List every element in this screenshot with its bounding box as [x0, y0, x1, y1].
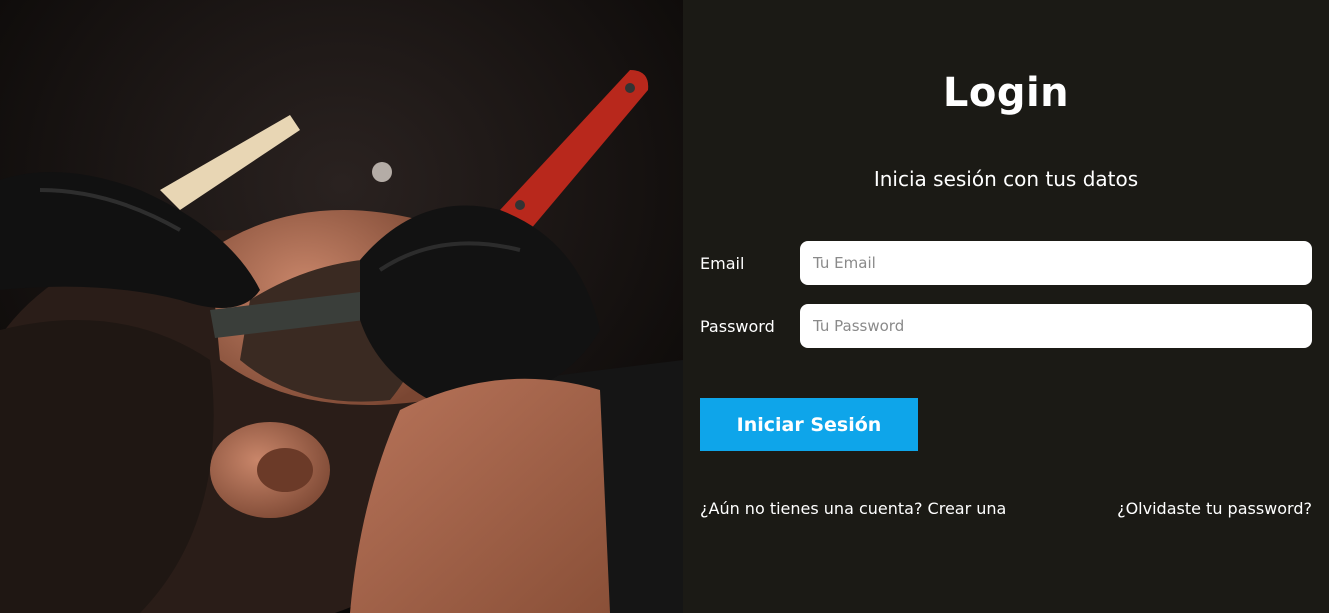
- password-label: Password: [700, 316, 775, 336]
- login-panel: Login Inicia sesión con tus datos Email …: [683, 0, 1329, 613]
- password-row: Password: [700, 304, 1312, 348]
- forgot-password-link[interactable]: ¿Olvidaste tu password?: [1117, 499, 1312, 518]
- barber-photo: [0, 0, 683, 613]
- hero-image: [0, 0, 683, 613]
- auth-links: ¿Aún no tienes una cuenta? Crear una ¿Ol…: [700, 499, 1312, 518]
- email-label: Email: [700, 253, 745, 273]
- email-row: Email: [700, 241, 1312, 285]
- login-title: Login: [942, 70, 1070, 116]
- email-field[interactable]: [800, 241, 1312, 285]
- password-field[interactable]: [800, 304, 1312, 348]
- login-subtitle: Inicia sesión con tus datos: [873, 167, 1139, 191]
- login-submit-button[interactable]: Iniciar Sesión: [700, 398, 918, 451]
- create-account-link[interactable]: ¿Aún no tienes una cuenta? Crear una: [700, 499, 1006, 518]
- login-page: Login Inicia sesión con tus datos Email …: [0, 0, 1329, 613]
